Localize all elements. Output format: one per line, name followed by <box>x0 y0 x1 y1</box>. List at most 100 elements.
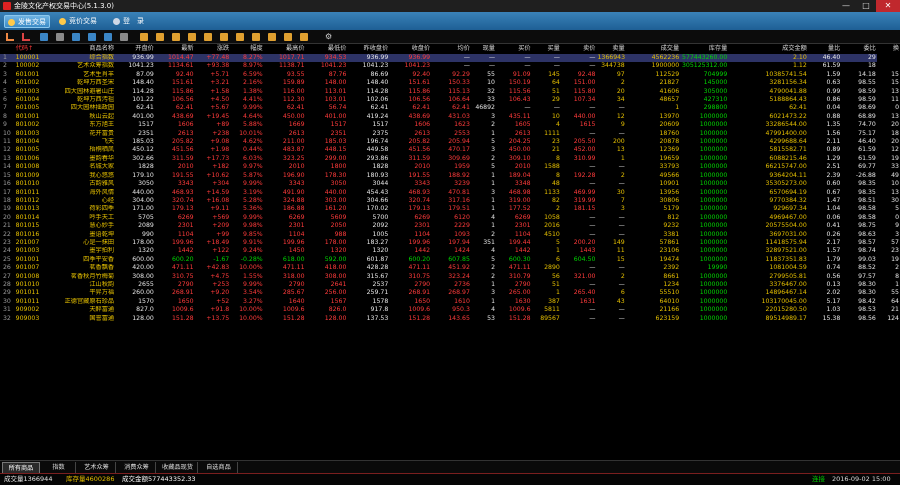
column-header[interactable]: 现量 <box>471 44 496 54</box>
line-chart-icon[interactable] <box>22 33 30 41</box>
table-row[interactable]: 19 801013 荷彩四季 171.00 179.13 +9.11 5.36% 186.88… <box>0 205 900 213</box>
column-header[interactable]: 库存量 <box>680 44 728 54</box>
column-header[interactable]: 成交量 <box>626 44 680 54</box>
column-header[interactable]: 买价 <box>496 44 532 54</box>
column-header[interactable]: 昨收盘价 <box>347 44 389 54</box>
gear-icon[interactable]: ⚙ <box>325 33 333 41</box>
maximize-icon[interactable]: □ <box>856 0 876 12</box>
tab-favorites[interactable]: 自选商品 <box>200 462 238 473</box>
table-cell: 茗香秋月竹梅菊 <box>70 272 115 280</box>
tab-consumer-crowdfunding[interactable]: 消费众筹 <box>118 462 156 473</box>
tab-index[interactable]: 指数 <box>42 462 76 473</box>
table-row[interactable]: 5 601003 四大园林避暑山庄 114.28 115.86 +1.58 1.38% 116… <box>0 88 900 96</box>
column-header[interactable]: 买量 <box>532 44 561 54</box>
table-cell: 98.63 <box>858 230 876 238</box>
table-row[interactable]: 4 601002 乾坤万西圣宋 148.40 151.61 +3.21 2.16% 159.8… <box>0 79 900 87</box>
table-row[interactable]: 29 901011 平昇万福 260.00 268.91 +9.20 3.54% 285.67… <box>0 289 900 297</box>
table-row[interactable]: 32 909003 国誉富通 128.00 151.28 +13.75 10.00% 151.… <box>0 315 900 323</box>
table-row[interactable]: 13 801006 墨韵春华 302.66 311.59 +17.73 6.03% 323.2… <box>0 155 900 163</box>
table-row[interactable]: 18 801012 心经 304.00 320.74 +16.08 5.28% 324.88 3… <box>0 197 900 205</box>
menu-fashou-jiaoyi[interactable]: 发售交易 <box>4 15 50 28</box>
table-cell: 1111 <box>544 129 560 137</box>
list-icon[interactable] <box>72 33 80 41</box>
table-cell: 3343 <box>414 180 431 188</box>
column-header[interactable]: 均价 <box>431 44 471 54</box>
table-row[interactable]: 6 601004 乾坤万西汚祖 101.22 106.56 +4.50 4.41% 112.3… <box>0 96 900 104</box>
table-row[interactable]: 17 801011 海外风情 440.00 468.93 +14.59 3.19% 491.9… <box>0 189 900 197</box>
table-row[interactable]: 7 601005 四大园林拙政园 62.41 62.41 +5.67 9.99% 62.41 5… <box>0 104 900 112</box>
table-cell: 0.99 <box>826 87 841 95</box>
tab-all-goods[interactable]: 所有商品 <box>2 462 40 473</box>
func-icon-7[interactable] <box>236 33 244 41</box>
table-cell: 55 <box>891 289 899 297</box>
column-header[interactable]: 最低价 <box>306 44 348 54</box>
grid-icon[interactable] <box>56 33 64 41</box>
table-cell: 62.41 <box>412 104 431 112</box>
table-cell: 4.64% <box>243 112 263 120</box>
func-icon-1[interactable] <box>140 33 148 41</box>
column-header[interactable]: 收盘价 <box>389 44 431 54</box>
table-cell: 22015280.50 <box>765 306 807 314</box>
table-row[interactable]: 30 901011 正德宫藏原石珍品 1570 1650 +52 3.27% 1640 1567… <box>0 298 900 306</box>
column-header[interactable]: 最高价 <box>264 44 306 54</box>
table-row[interactable]: 3 601001 艺术生肖羊 87.09 92.40 +5.71 6.59% 93.55 87.… <box>0 71 900 79</box>
bar-chart-icon[interactable] <box>6 33 14 41</box>
column-header[interactable]: 量比 <box>808 44 841 54</box>
column-header[interactable]: 涨跌 <box>195 44 231 54</box>
func-icon-5[interactable] <box>204 33 212 41</box>
table-cell: 427310 <box>703 96 728 104</box>
func-icon-3[interactable] <box>172 33 180 41</box>
column-header[interactable]: 成交金额 <box>728 44 808 54</box>
column-header[interactable]: 卖量 <box>596 44 625 54</box>
table-row[interactable]: 16 801010 古韵雅风 3050 3343 +304 9.99% 3343 3050 304… <box>0 180 900 188</box>
cancel-icon[interactable] <box>104 33 112 41</box>
tab-art-crowdfunding[interactable]: 艺术众筹 <box>78 462 116 473</box>
table-row[interactable]: 27 901008 茗香秋月竹梅菊 308.00 310.75 +4.75 1.55% 318… <box>0 273 900 281</box>
table-row[interactable]: 23 201007 心是一抹田 178.00 199.96 +18.49 9.91% 199.… <box>0 239 900 247</box>
table-row[interactable]: 31 909002 天醉富通 827.0 1009.6 +91.8 10.00% 1009.6… <box>0 306 900 314</box>
column-header[interactable]: 换 <box>877 44 900 54</box>
table-row[interactable]: 10 801003 花开富贵 2351 2613 +238 10.01% 2613 2351 23… <box>0 130 900 138</box>
table-cell: 艺术众筹指数 <box>76 62 115 70</box>
table-row[interactable]: 2 100002 艺术众筹指数 1041.23 1134.61 +93.38 8.97% 11… <box>0 62 900 70</box>
quote-icon[interactable] <box>40 33 48 41</box>
table-cell: — <box>618 104 625 112</box>
table-row[interactable]: 14 801008 名城大家 1828 2010 +182 9.97% 2010 1800 182… <box>0 163 900 171</box>
table-row[interactable]: 11 801004 飞天 185.03 205.82 +9.08 4.62% 211.00 18… <box>0 138 900 146</box>
menu-login[interactable]: 登 录 <box>110 15 150 28</box>
func-icon-2[interactable] <box>156 33 164 41</box>
menu-jingjia-jiaoyi[interactable]: 竞价交易 <box>56 15 104 28</box>
close-icon[interactable]: ✕ <box>876 0 900 12</box>
column-header[interactable]: 代码↑ <box>15 44 55 54</box>
table-row[interactable]: 25 901001 四季平安香 600.00 600.20 -1.67 -0.28% 618.… <box>0 256 900 264</box>
table-row[interactable]: 22 801016 墨语乾坤 990 1104 +99 9.85% 1104 988 1005 11… <box>0 231 900 239</box>
column-header[interactable]: 卖价 <box>561 44 597 54</box>
table-row[interactable]: 9 801002 东方旭王 1517 1606 +89 5.88% 1669 1517 1517 1… <box>0 121 900 129</box>
column-header[interactable]: 委比 <box>841 44 877 54</box>
table-row[interactable]: 24 901003 墨宇拍利 1320 1442 +122 9.24% 1450 1320 132… <box>0 247 900 255</box>
column-header[interactable]: 幅度 <box>230 44 263 54</box>
func-icon-10[interactable] <box>284 33 292 41</box>
tab-collectibles-spot[interactable]: 收藏品现货 <box>158 462 198 473</box>
table-row[interactable]: 12 801005 梧桐栖凤 450.12 451.56 +1.98 0.44% 483.87… <box>0 146 900 154</box>
column-header[interactable]: 开盘价 <box>115 44 155 54</box>
func-icon-6[interactable] <box>220 33 228 41</box>
func-icon-4[interactable] <box>188 33 196 41</box>
table-row[interactable]: 1 100001 综合指数 936.99 1014.47 +77.48 8.27% 1017.… <box>0 54 900 63</box>
func-icon-11[interactable] <box>300 33 308 41</box>
table-row[interactable]: 26 901007 茗香飘香 420.00 471.11 +42.83 10.00% 471.… <box>0 264 900 272</box>
func-icon-8[interactable] <box>252 33 260 41</box>
minimize-icon[interactable]: — <box>836 0 856 12</box>
table-row[interactable]: 8 801001 秋山云起 401.00 438.69 +19.45 4.64% 450.00… <box>0 113 900 121</box>
table-cell: 20575504.00 <box>765 222 807 230</box>
table-row[interactable]: 28 901010 江山秋韵 2655 2790 +253 9.99% 2790 2641 253… <box>0 281 900 289</box>
column-header[interactable]: 最新 <box>155 44 195 54</box>
table-row[interactable]: 20 801014 吟手天工 5705 6269 +569 9.99% 6269 5609 570… <box>0 214 900 222</box>
table-row[interactable]: 21 801015 慧心妙手 2089 2301 +209 9.98% 2301 2050 209… <box>0 222 900 230</box>
table-cell: 7 <box>3 104 7 112</box>
table-row[interactable]: 15 801009 我心悠悠 179.10 191.55 +10.62 5.87% 196.9… <box>0 172 900 180</box>
export-icon[interactable] <box>120 33 128 41</box>
window-icon[interactable] <box>88 33 96 41</box>
func-icon-9[interactable] <box>268 33 276 41</box>
column-header[interactable]: 商品名称 <box>54 44 115 54</box>
